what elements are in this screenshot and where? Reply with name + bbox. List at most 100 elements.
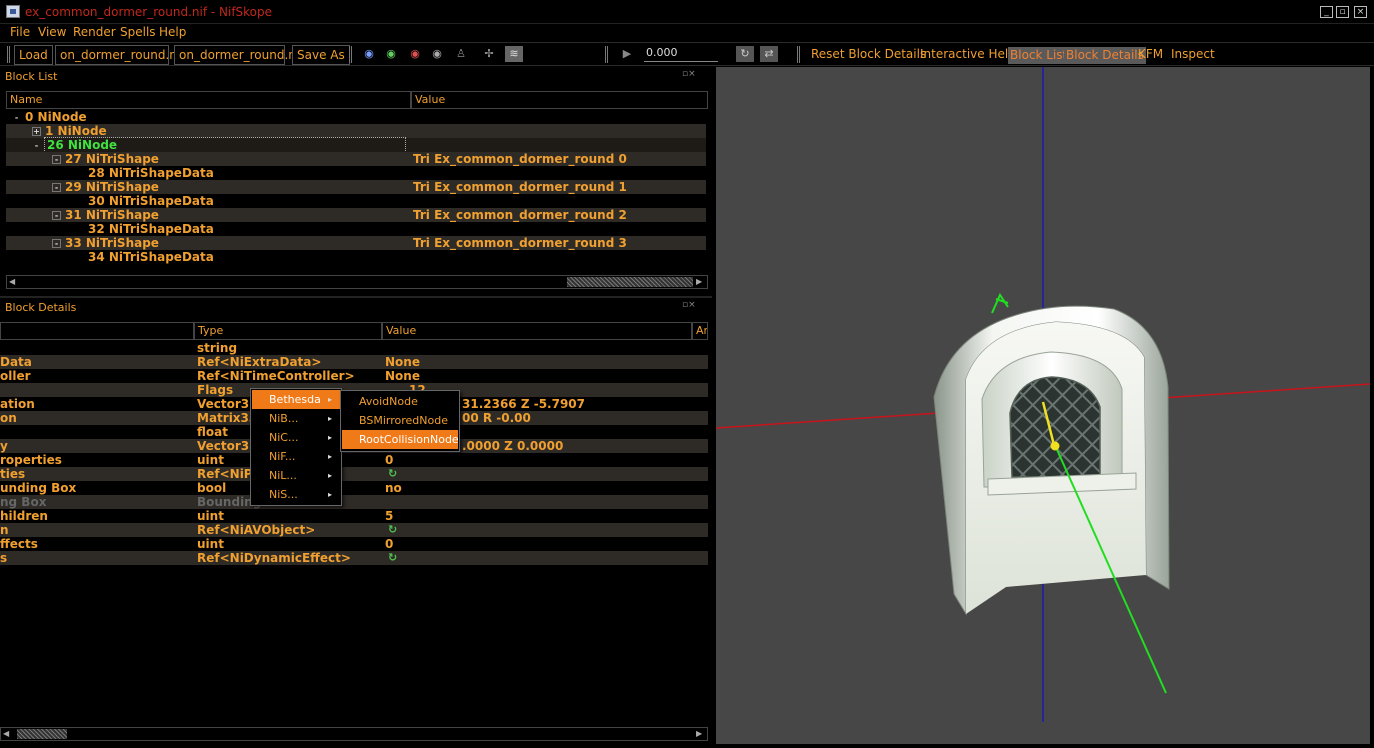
tree-row[interactable]: 30 NiTriShapeData [6,194,706,208]
detail-name: n [0,523,9,537]
collapse-icon[interactable]: - [52,239,61,248]
texture-icon[interactable]: ≋ [505,46,523,62]
detail-row[interactable]: string [0,341,708,355]
eye-green-icon[interactable]: ◉ [382,46,400,62]
interactive-help-button[interactable]: Interactive Help [920,47,1016,61]
block-details-hscrollbar[interactable]: ◀ ▶ [0,727,708,741]
tree-row[interactable]: -0 NiNode [6,110,706,124]
tree-row[interactable]: +1 NiNode [6,124,706,138]
details-value-header[interactable]: Value [382,322,692,340]
collapse-icon[interactable]: - [52,155,61,164]
details-type-header[interactable]: Type [194,322,382,340]
menu-file[interactable]: File [10,25,30,39]
array-refresh-icon[interactable]: ↻ [388,523,397,537]
detail-row[interactable]: ng Box Bounding [0,495,708,509]
detail-name: ffects [0,537,38,551]
loop-icon[interactable]: ↻ [736,46,754,62]
toolbar-grip[interactable] [7,46,10,63]
scroll-right-arrow-icon[interactable]: ▶ [696,729,702,738]
eye-gray-icon[interactable]: ◉ [428,46,446,62]
tree-row[interactable]: -26 NiNode [6,137,706,153]
submenu-item[interactable]: RootCollisionNode [342,430,459,449]
3d-viewport[interactable] [716,67,1370,744]
tree-row[interactable]: -31 NiTriShape Tri Ex_common_dormer_round… [6,208,706,222]
menu-render[interactable]: Render [73,25,116,39]
tree-row-name: 30 NiTriShapeData [88,194,214,208]
detail-type: Ref<NiExtraData> [197,355,322,369]
block-details-toggle[interactable]: Block Details [1064,47,1146,64]
detail-type: Flags [197,383,234,397]
tree-row[interactable]: 34 NiTriShapeData [6,250,706,264]
splitter[interactable] [0,296,712,298]
scene-render [716,67,1370,722]
load-button[interactable]: Load [14,45,53,65]
kfm-button[interactable]: KFM [1138,47,1163,61]
block-list-value-header[interactable]: Value [411,91,708,109]
submenu-item[interactable]: AvoidNode [342,392,458,411]
context-menu-item[interactable]: Bethesda ▸ [252,390,340,409]
array-refresh-icon[interactable]: ↻ [388,467,397,481]
save-as-button[interactable]: Save As [292,45,350,65]
detail-value: None [385,355,420,369]
array-refresh-icon[interactable]: ↻ [388,551,397,565]
panel-float-icon[interactable]: ▫× [682,69,696,79]
toolbar-grip[interactable] [605,46,608,63]
detail-row[interactable]: roperties uint 0 [0,453,708,467]
context-menu-item[interactable]: NiB... ▸ [252,409,340,428]
tree-row[interactable]: -29 NiTriShape Tri Ex_common_dormer_round… [6,180,706,194]
expand-icon[interactable]: + [32,127,41,136]
scrollbar-thumb[interactable] [567,277,693,287]
load-file-field[interactable]: on_dormer_round.nif [55,45,184,65]
inspect-button[interactable]: Inspect [1171,47,1215,61]
toolbar-grip[interactable] [349,46,352,63]
minimize-button[interactable]: _ [1320,6,1333,18]
tree-row[interactable]: -33 NiTriShape Tri Ex_common_dormer_round… [6,236,706,250]
detail-row[interactable]: ties Ref<NiPr ↻ [0,467,708,481]
details-arg-header[interactable]: Ar [692,322,708,340]
tree-row[interactable]: 28 NiTriShapeData [6,166,706,180]
eye-blue-icon[interactable]: ◉ [360,46,378,62]
collapse-icon[interactable]: - [52,183,61,192]
menu-help[interactable]: Help [159,25,186,39]
submenu-item[interactable]: BSMirroredNode [342,411,458,430]
menu-view[interactable]: View [38,25,66,39]
context-menu-item[interactable]: NiS... ▸ [252,485,340,504]
panel-float-icon[interactable]: ▫× [682,300,696,310]
context-menu-item[interactable]: NiL... ▸ [252,466,340,485]
scroll-right-arrow-icon[interactable]: ▶ [696,277,702,286]
context-menu-item[interactable]: NiC... ▸ [252,428,340,447]
time-input[interactable]: 0.000 [644,46,718,62]
details-name-header[interactable] [0,322,194,340]
scrollbar-thumb[interactable] [17,729,67,739]
collapse-icon[interactable]: - [12,114,21,123]
play-icon[interactable]: ▶ [618,46,636,62]
collapse-icon[interactable]: - [32,142,41,151]
scroll-left-arrow-icon[interactable]: ◀ [3,729,9,738]
toolbar-grip[interactable] [797,46,800,63]
close-button[interactable]: × [1354,6,1367,18]
menu-spells[interactable]: Spells [120,25,156,39]
block-list-hscrollbar[interactable]: ◀ ▶ [6,275,708,289]
switch-icon[interactable]: ⇄ [760,46,778,62]
context-menu-item[interactable]: NiF... ▸ [252,447,340,466]
block-list-toggle[interactable]: Block List [1008,47,1070,64]
detail-row[interactable]: n Ref<NiAVObject> ↻ [0,523,708,537]
detail-row[interactable]: oller Ref<NiTimeController> None [0,369,708,383]
detail-row[interactable]: ffects uint 0 [0,537,708,551]
transform-gizmo-arrow[interactable] [991,292,1009,314]
scroll-left-arrow-icon[interactable]: ◀ [9,277,15,286]
detail-row[interactable]: Data Ref<NiExtraData> None [0,355,708,369]
block-list-name-header[interactable]: Name [6,91,411,109]
tree-row[interactable]: 32 NiTriShapeData [6,222,706,236]
walk-icon[interactable]: ♙ [452,46,470,62]
axes-icon[interactable]: ✢ [480,46,498,62]
maximize-button[interactable]: ▫ [1336,6,1349,18]
tree-row[interactable]: -27 NiTriShape Tri Ex_common_dormer_round… [6,152,706,166]
detail-row[interactable]: hildren uint 5 [0,509,708,523]
collapse-icon[interactable]: - [52,211,61,220]
detail-row[interactable]: unding Box bool no [0,481,708,495]
eye-red-icon[interactable]: ◉ [406,46,424,62]
reset-block-details-button[interactable]: Reset Block Details [811,47,926,61]
save-file-field[interactable]: on_dormer_round.nif [174,45,303,65]
detail-row[interactable]: s Ref<NiDynamicEffect> ↻ [0,551,708,565]
